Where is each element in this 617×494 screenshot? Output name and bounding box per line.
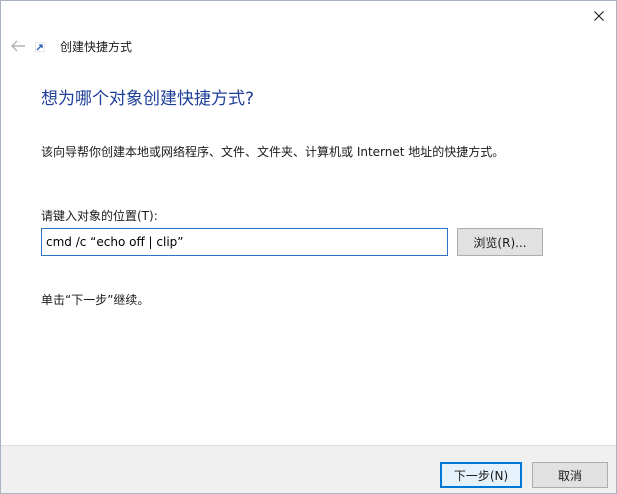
browse-button[interactable]: 浏览(R)... xyxy=(457,228,543,256)
location-label: 请键入对象的位置(T): xyxy=(41,209,158,223)
close-button[interactable] xyxy=(582,1,616,31)
create-shortcut-window: 创建快捷方式 想为哪个对象创建快捷方式? 该向导帮你创建本地或网络程序、文件、文… xyxy=(0,0,617,494)
footer-bar: 下一步(N) 取消 xyxy=(1,445,616,493)
location-input[interactable] xyxy=(41,228,448,256)
wizard-title: 创建快捷方式 xyxy=(60,40,133,54)
page-description: 该向导帮你创建本地或网络程序、文件、文件夹、计算机或 Internet 地址的快… xyxy=(41,145,505,159)
shortcut-icon xyxy=(35,42,45,52)
page-heading: 想为哪个对象创建快捷方式? xyxy=(41,89,255,109)
cancel-button[interactable]: 取消 xyxy=(532,462,608,488)
continue-hint: 单击“下一步”继续。 xyxy=(41,293,150,307)
next-button[interactable]: 下一步(N) xyxy=(440,462,522,488)
back-arrow-icon[interactable] xyxy=(9,38,27,54)
close-icon xyxy=(594,11,604,21)
